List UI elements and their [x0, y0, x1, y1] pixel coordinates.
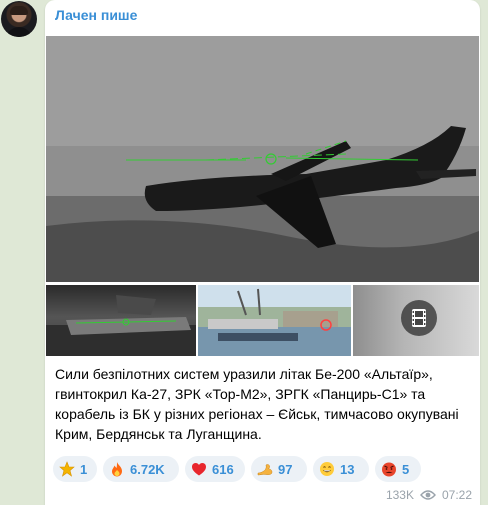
reaction-flexed-arm[interactable]: 97: [251, 456, 307, 482]
reaction-count: 13: [340, 461, 355, 477]
reaction-count: 97: [278, 461, 293, 477]
film-icon: [401, 300, 437, 336]
caption-line: Крим, Бердянськ та Луганщина.: [55, 426, 262, 442]
channel-avatar[interactable]: [1, 1, 37, 37]
message-caption: Сили безпілотних систем уразили літак Бе…: [55, 364, 473, 444]
sender-name[interactable]: Лачен пише: [55, 7, 137, 23]
star-icon: [59, 461, 75, 477]
flexed-arm-icon: [257, 461, 273, 477]
caption-line: Сили безпілотних систем уразили літак Бе…: [55, 366, 433, 382]
reaction-fire[interactable]: 6.72K: [103, 456, 179, 482]
grin-icon: [319, 461, 335, 477]
avatar-hair: [10, 6, 28, 15]
thermal-ground-image[interactable]: [46, 285, 196, 356]
harbor-ship-image[interactable]: [198, 285, 351, 356]
avatar-shirt: [6, 27, 32, 37]
message-time: 07:22: [441, 488, 472, 502]
fire-icon: [109, 461, 125, 477]
reaction-star[interactable]: 1: [53, 456, 97, 482]
view-count: 133K: [385, 488, 414, 502]
message-meta: 133K 07:22: [386, 488, 472, 502]
video-thumbnail[interactable]: [353, 285, 479, 356]
caption-line: корабель із БК у різних регіонах – Єйськ…: [55, 406, 459, 422]
reaction-count: 1: [80, 461, 88, 477]
reaction-angry-face[interactable]: 5: [375, 456, 421, 482]
eye-icon: [420, 489, 436, 501]
reaction-heart[interactable]: 616: [185, 456, 245, 482]
main-photo[interactable]: [46, 36, 479, 282]
photo-thumbnails: [46, 285, 479, 356]
reaction-grin[interactable]: 13: [313, 456, 369, 482]
angry-face-icon: [381, 461, 397, 477]
heart-icon: [191, 461, 207, 477]
caption-line: гвинтокрил Ка-27, ЗРК «Тор-М2», ЗРГК «Па…: [55, 386, 426, 402]
reaction-count: 5: [402, 461, 410, 477]
aircraft-thermal-image: [46, 36, 479, 282]
message-bubble: Лачен пише Сили безпілотних систем урази…: [45, 0, 480, 505]
reaction-count: 6.72K: [130, 461, 165, 477]
reaction-count: 616: [212, 461, 234, 477]
